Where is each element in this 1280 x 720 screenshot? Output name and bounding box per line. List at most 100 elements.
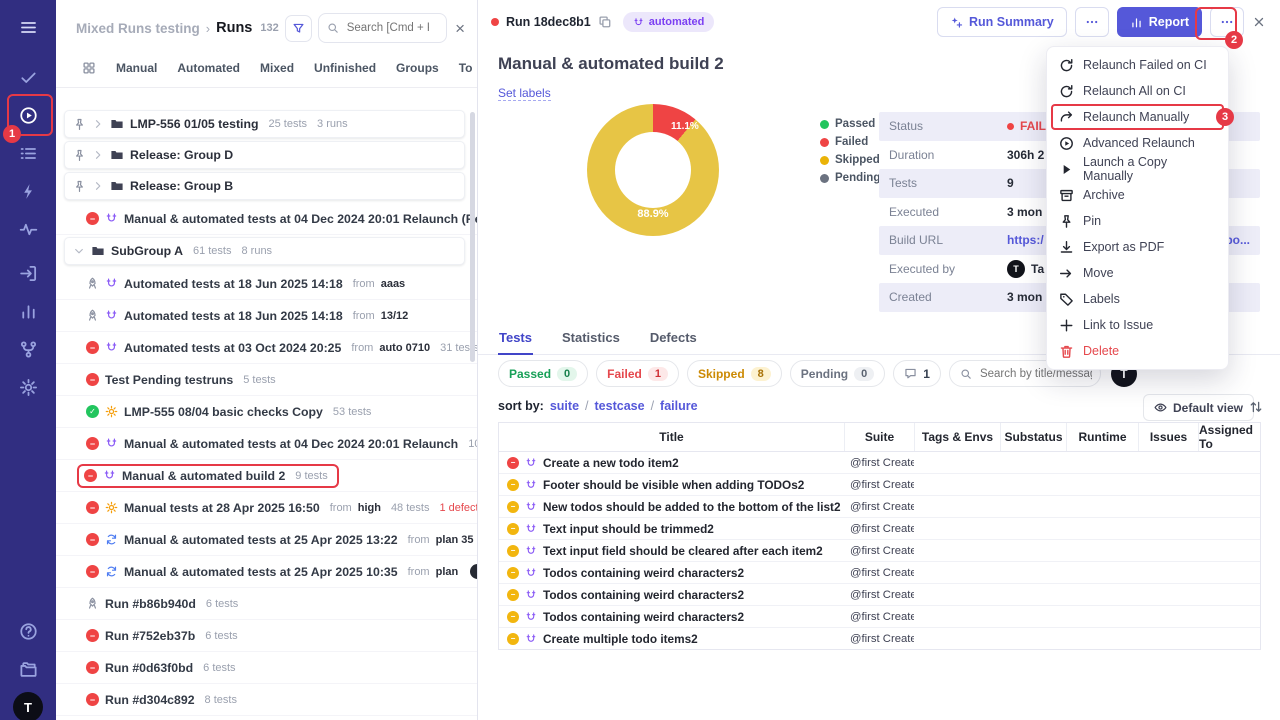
run-row[interactable]: −Manual & automated build 29 tests (56, 460, 477, 492)
run-row[interactable]: ✓LMP-555 08/04 basic checks Copy53 tests (56, 396, 477, 428)
sidebar-import-icon[interactable] (11, 256, 45, 290)
copy-icon[interactable] (598, 15, 612, 29)
sidebar-check-icon[interactable] (11, 60, 45, 94)
menu-item-label: Advanced Relaunch (1083, 136, 1195, 150)
breadcrumb-project[interactable]: Mixed Runs testing (76, 21, 200, 36)
menu-item-label: Move (1083, 266, 1114, 280)
build-url-link[interactable]: https:/ (1007, 233, 1044, 247)
filter-failed[interactable]: Failed1 (596, 360, 679, 387)
runs-tab-groups[interactable]: Groups (396, 61, 439, 75)
set-labels-link[interactable]: Set labels (498, 86, 551, 101)
run-row[interactable]: −Run #0d63f0bd6 tests (56, 652, 477, 684)
close-icon[interactable] (1252, 15, 1266, 29)
run-group-row[interactable]: Release: Group B (64, 172, 465, 200)
run-row[interactable]: −Automated tests at 03 Oct 2024 20:25fro… (56, 332, 477, 364)
comments-filter[interactable]: 1 (893, 360, 941, 387)
sidebar-help-icon[interactable] (11, 614, 45, 648)
filter-passed[interactable]: Passed0 (498, 360, 588, 387)
run-summary-button[interactable]: Run Summary (937, 7, 1067, 37)
column-assigned-to[interactable]: Assigned To (1198, 423, 1260, 451)
menu-item-export-as-pdf[interactable]: Export as PDF (1047, 234, 1228, 260)
test-row[interactable]: −Footer should be visible when adding TO… (499, 474, 1260, 496)
runs-search-input[interactable] (345, 21, 431, 35)
sidebar-projects-icon[interactable] (11, 652, 45, 686)
menu-item-move[interactable]: Move (1047, 260, 1228, 286)
sidebar-test-list-icon[interactable] (11, 136, 45, 170)
menu-item-archive[interactable]: Archive (1047, 182, 1228, 208)
sidebar-analytics-icon[interactable] (11, 294, 45, 328)
run-row[interactable]: −Manual tests at 28 Apr 2025 16:50fromhi… (56, 492, 477, 524)
test-row[interactable]: −New todos should be added to the bottom… (499, 496, 1260, 518)
sidebar-menu-icon[interactable] (11, 10, 45, 44)
sidebar-pulse-icon[interactable] (11, 212, 45, 246)
report-button[interactable]: Report (1117, 7, 1202, 37)
sidebar-user-avatar[interactable]: T (13, 692, 43, 720)
run-actions-menu-button[interactable] (1210, 7, 1244, 37)
tab-tests[interactable]: Tests (498, 324, 533, 355)
runs-search[interactable] (318, 13, 447, 43)
menu-item-relaunch-failed-on-ci[interactable]: Relaunch Failed on CI (1047, 52, 1228, 78)
runs-tab-manual[interactable]: Manual (116, 61, 157, 75)
run-row[interactable]: Run #b86b940d6 tests (56, 588, 477, 620)
column-substatus[interactable]: Substatus (1000, 423, 1066, 451)
filter-pending[interactable]: Pending0 (790, 360, 885, 387)
run-row[interactable]: −Manual & automated tests at 25 Apr 2025… (56, 556, 477, 588)
column-title[interactable]: Title (499, 423, 844, 451)
run-row[interactable]: Automated tests at 18 Jun 2025 14:18from… (56, 300, 477, 332)
sidebar-flash-icon[interactable] (11, 174, 45, 208)
scrollbar[interactable] (470, 112, 475, 362)
sort-separator: / (651, 399, 654, 413)
sidebar-branch-icon[interactable] (11, 332, 45, 366)
runs-tab-to[interactable]: To (459, 61, 473, 75)
test-row[interactable]: −Create a new todo item2@first Create ..… (499, 452, 1260, 474)
run-row[interactable]: −Run #d304c8928 tests (56, 684, 477, 716)
run-row[interactable]: −Manual & automated tests at 04 Dec 2024… (56, 428, 477, 460)
view-select[interactable]: Default view (1143, 394, 1254, 421)
column-runtime[interactable]: Runtime (1066, 423, 1138, 451)
test-row[interactable]: −Todos containing weird characters2@firs… (499, 562, 1260, 584)
run-row[interactable]: −Test Pending testruns5 tests (56, 364, 477, 396)
tab-statistics[interactable]: Statistics (561, 324, 621, 355)
test-row[interactable]: −Create multiple todo items2@first Creat… (499, 628, 1260, 649)
sort-testcase[interactable]: testcase (595, 399, 645, 413)
filter-button[interactable] (285, 15, 312, 42)
status-skipped-icon: − (507, 589, 519, 601)
run-row[interactable]: −Run #26d301455 tests (56, 716, 477, 720)
more-button[interactable] (1075, 7, 1109, 37)
column-tags-envs[interactable]: Tags & Envs (914, 423, 1000, 451)
sidebar-gear-icon[interactable] (11, 370, 45, 404)
column-suite[interactable]: Suite (844, 423, 914, 451)
runs-tab-mixed[interactable]: Mixed (260, 61, 294, 75)
run-row[interactable]: Automated tests at 18 Jun 2025 14:18from… (56, 268, 477, 300)
menu-item-relaunch-manually[interactable]: Relaunch Manually3 (1051, 104, 1224, 130)
sidebar-play-circle-icon[interactable] (11, 98, 45, 132)
column-issues[interactable]: Issues (1138, 423, 1198, 451)
menu-item-launch-a-copy-manually[interactable]: Launch a Copy Manually (1047, 156, 1228, 182)
menu-item-labels[interactable]: Labels (1047, 286, 1228, 312)
run-group-row[interactable]: Release: Group D (64, 141, 465, 169)
panel-close-button[interactable]: × (453, 20, 467, 37)
sort-direction-icon[interactable] (1249, 400, 1263, 414)
menu-item-link-to-issue[interactable]: Link to Issue (1047, 312, 1228, 338)
runs-tab-unfinished[interactable]: Unfinished (314, 61, 376, 75)
test-row[interactable]: −Text input should be trimmed2@first Cre… (499, 518, 1260, 540)
runs-tab-automated[interactable]: Automated (177, 61, 240, 75)
test-row[interactable]: −Todos containing weird characters2@firs… (499, 584, 1260, 606)
run-row[interactable]: −Manual & automated tests at 25 Apr 2025… (56, 524, 477, 556)
menu-item-advanced-relaunch[interactable]: Advanced Relaunch (1047, 130, 1228, 156)
run-row[interactable]: −Run #752eb37b6 tests (56, 620, 477, 652)
build-url-link-end[interactable]: po... (1225, 233, 1250, 247)
test-row[interactable]: −Todos containing weird characters2@firs… (499, 606, 1260, 628)
run-group-row[interactable]: LMP-556 01/05 testing25 tests3 runs (64, 110, 465, 138)
test-row[interactable]: −Text input field should be cleared afte… (499, 540, 1260, 562)
sort-suite[interactable]: suite (550, 399, 579, 413)
menu-item-delete[interactable]: Delete (1047, 338, 1228, 364)
menu-item-relaunch-all-on-ci[interactable]: Relaunch All on CI (1047, 78, 1228, 104)
run-group-row[interactable]: SubGroup A61 tests8 runs (64, 237, 465, 265)
filter-skipped[interactable]: Skipped8 (687, 360, 782, 387)
run-row[interactable]: −Manual & automated tests at 04 Dec 2024… (56, 203, 477, 235)
menu-item-pin[interactable]: Pin (1047, 208, 1228, 234)
tab-defects[interactable]: Defects (649, 324, 698, 355)
sort-failure[interactable]: failure (660, 399, 698, 413)
test-substatus-cell (1000, 584, 1066, 605)
